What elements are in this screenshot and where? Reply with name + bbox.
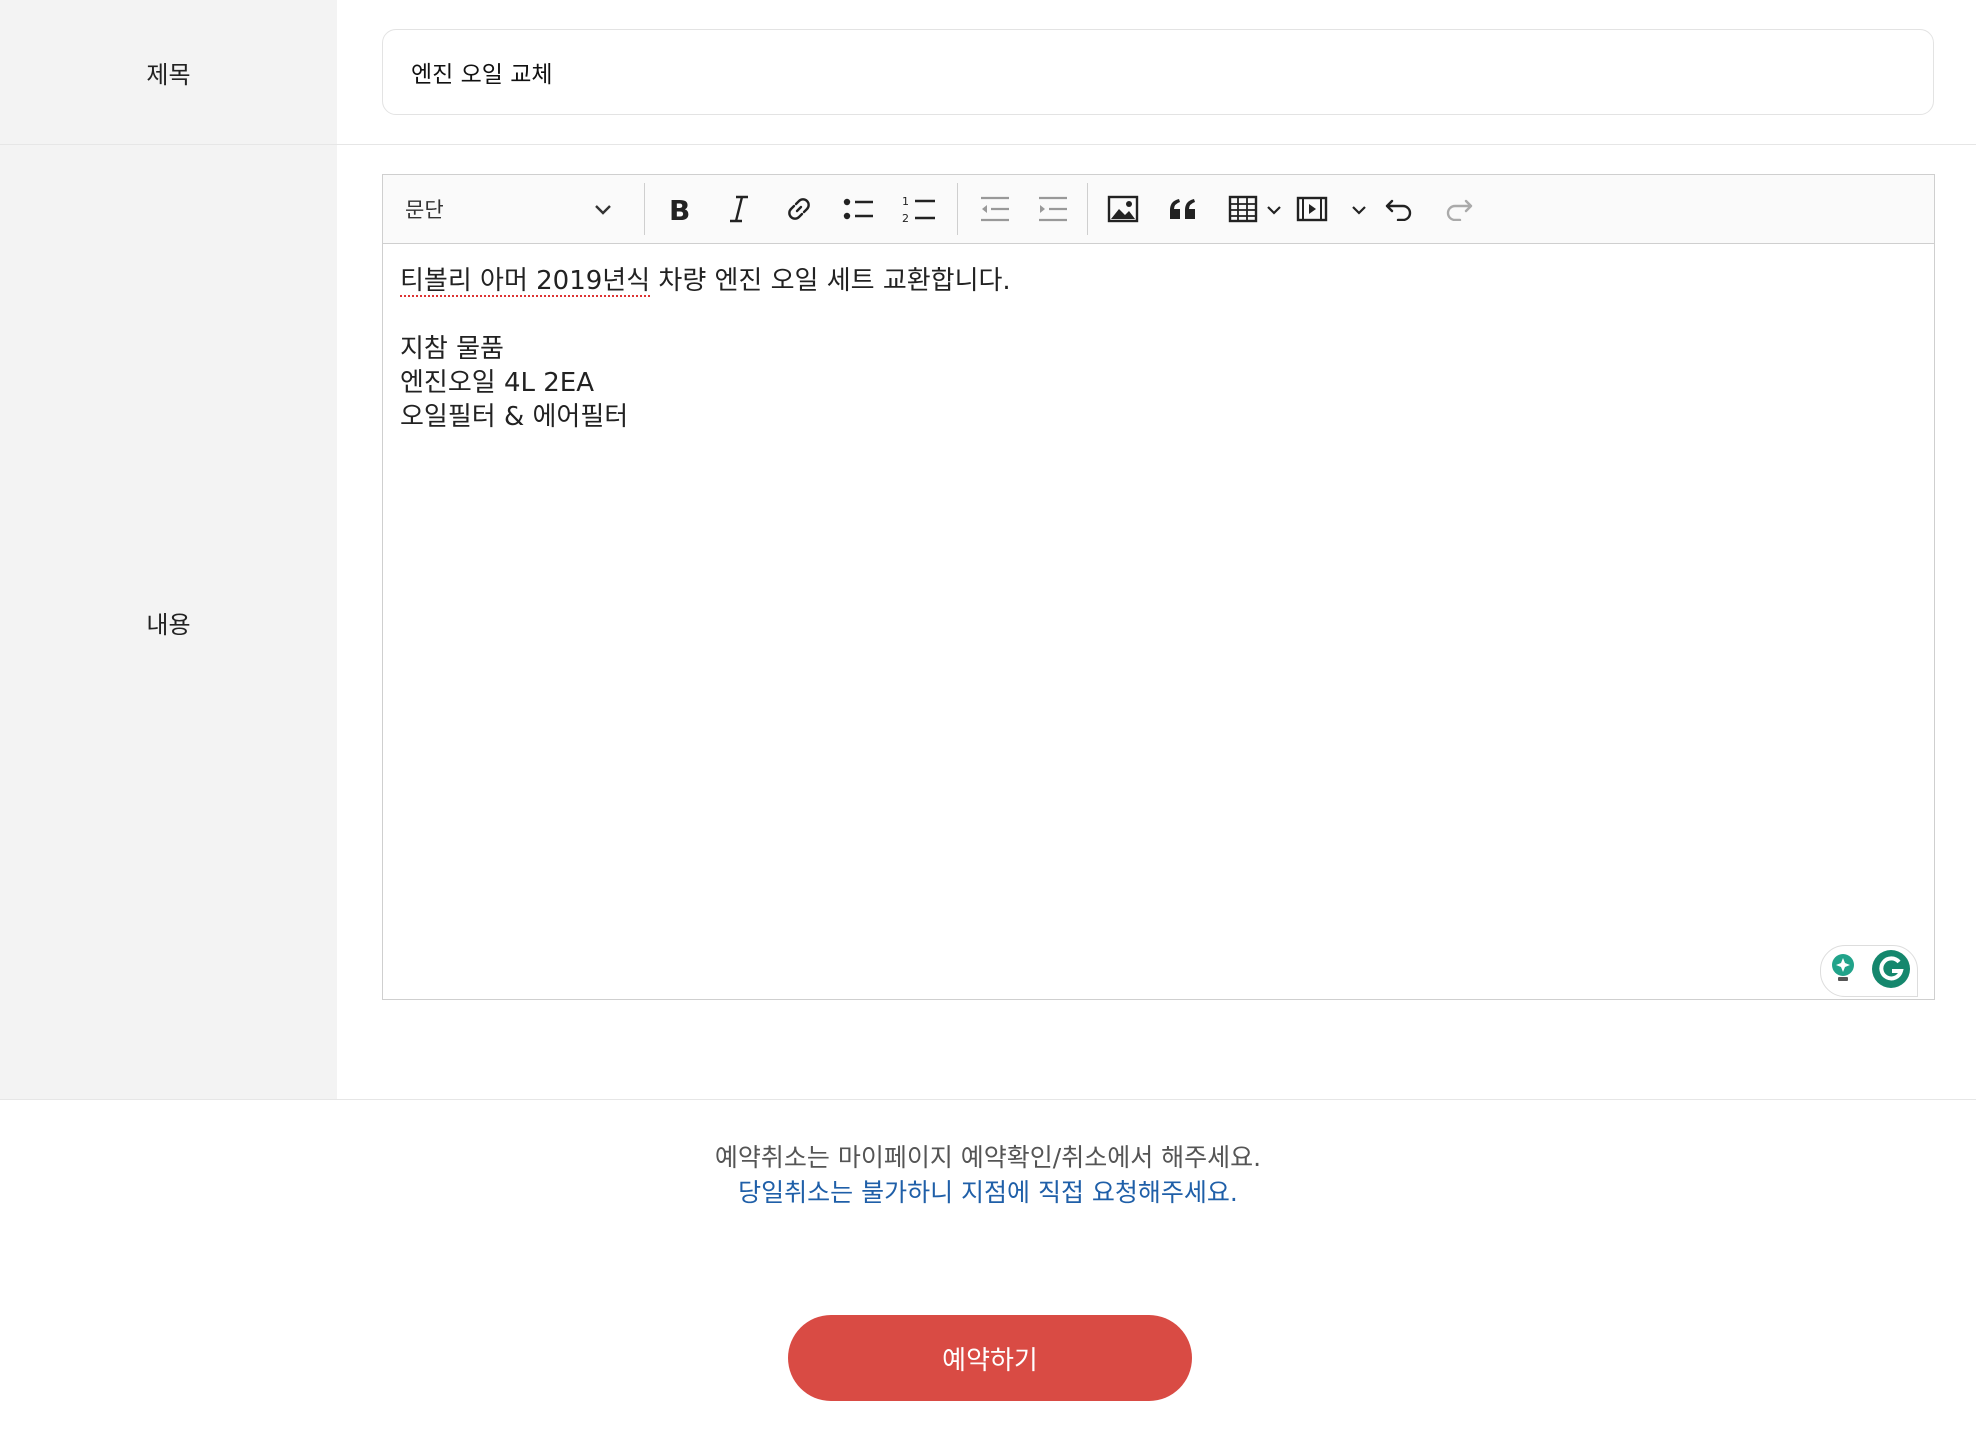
notice-line-2: 당일취소는 불가하니 지점에 직접 요청해주세요. bbox=[738, 1178, 1238, 1207]
italic-icon bbox=[726, 194, 752, 224]
link-icon bbox=[784, 194, 814, 224]
title-input[interactable] bbox=[382, 29, 1934, 115]
content-row: 내용 문단 B 1 2 티볼리 아머 2019년식 차량 엔진 오일 세트 교환… bbox=[0, 145, 1976, 1100]
italic-button[interactable] bbox=[715, 185, 763, 233]
editor-line-3: 지참 물품 bbox=[400, 334, 504, 364]
media-dropdown-arrow[interactable] bbox=[1348, 185, 1370, 233]
notice-line-1: 예약취소는 마이페이지 예약확인/취소에서 해주세요. bbox=[714, 1143, 1262, 1172]
heading-dropdown-label: 문단 bbox=[405, 198, 444, 222]
table-icon bbox=[1228, 195, 1258, 223]
editor-text: 차량 엔진 오일 세트 교환합니다. bbox=[650, 266, 1011, 296]
numbered-list-button[interactable]: 12 bbox=[895, 185, 943, 233]
grammarly-widget[interactable] bbox=[1820, 945, 1918, 997]
numbered-list-icon: 12 bbox=[902, 194, 936, 224]
toolbar-separator bbox=[957, 183, 958, 235]
blockquote-icon bbox=[1168, 197, 1198, 221]
svg-text:2: 2 bbox=[902, 212, 909, 224]
image-icon bbox=[1107, 195, 1139, 223]
bulleted-list-button[interactable] bbox=[835, 185, 883, 233]
link-button[interactable] bbox=[775, 185, 823, 233]
chevron-down-icon bbox=[1266, 200, 1282, 219]
bold-button[interactable]: B bbox=[655, 185, 703, 233]
outdent-button[interactable] bbox=[971, 185, 1019, 233]
title-row: 제목 bbox=[0, 0, 1976, 145]
reserve-button[interactable]: 예약하기 bbox=[788, 1315, 1192, 1401]
indent-button[interactable] bbox=[1029, 185, 1077, 233]
toolbar-separator bbox=[644, 183, 645, 235]
title-label: 제목 bbox=[0, 0, 337, 144]
image-button[interactable] bbox=[1099, 185, 1147, 233]
svg-text:B: B bbox=[669, 194, 690, 224]
indent-icon bbox=[1037, 196, 1069, 222]
bold-icon: B bbox=[666, 194, 692, 224]
table-button[interactable] bbox=[1219, 185, 1267, 233]
undo-icon bbox=[1384, 197, 1414, 221]
heading-dropdown[interactable]: 문단 bbox=[393, 185, 624, 233]
cancellation-notice: 예약취소는 마이페이지 예약확인/취소에서 해주세요. 당일취소는 불가하니 지… bbox=[0, 1140, 1976, 1210]
editor-line-4: 엔진오일 4L 2EA bbox=[400, 368, 594, 398]
blockquote-button[interactable] bbox=[1159, 185, 1207, 233]
media-button[interactable] bbox=[1288, 185, 1336, 233]
toolbar-separator bbox=[1087, 183, 1088, 235]
undo-button[interactable] bbox=[1375, 185, 1423, 233]
editor-toolbar: 문단 B 1 2 bbox=[383, 175, 1934, 244]
media-icon bbox=[1296, 196, 1328, 222]
editor-line-1: 티볼리 아머 2019년식 차량 엔진 오일 세트 교환합니다. bbox=[400, 264, 1917, 298]
editor-content[interactable]: 티볼리 아머 2019년식 차량 엔진 오일 세트 교환합니다. 지참 물품 엔… bbox=[383, 244, 1934, 999]
editor-line-5: 오일필터 & 에어필터 bbox=[400, 402, 629, 432]
redo-icon bbox=[1444, 197, 1474, 221]
bulleted-list-icon bbox=[843, 196, 875, 222]
chevron-down-icon bbox=[594, 197, 612, 221]
chevron-down-icon bbox=[1351, 200, 1367, 219]
table-dropdown-arrow[interactable] bbox=[1263, 185, 1285, 233]
svg-text:1: 1 bbox=[902, 195, 909, 208]
outdent-icon bbox=[979, 196, 1011, 222]
grammarly-g-icon bbox=[1871, 949, 1911, 993]
rich-text-editor: 문단 B 1 2 티볼리 아머 2019년식 차량 엔진 오일 세트 교환합니다… bbox=[382, 174, 1935, 1000]
spellcheck-underlined-text: 티볼리 아머 2019년식 bbox=[400, 266, 651, 296]
lightbulb-icon bbox=[1828, 952, 1858, 990]
redo-button[interactable] bbox=[1435, 185, 1483, 233]
content-label: 내용 bbox=[0, 145, 337, 1099]
editor-line-2 bbox=[400, 298, 1917, 332]
